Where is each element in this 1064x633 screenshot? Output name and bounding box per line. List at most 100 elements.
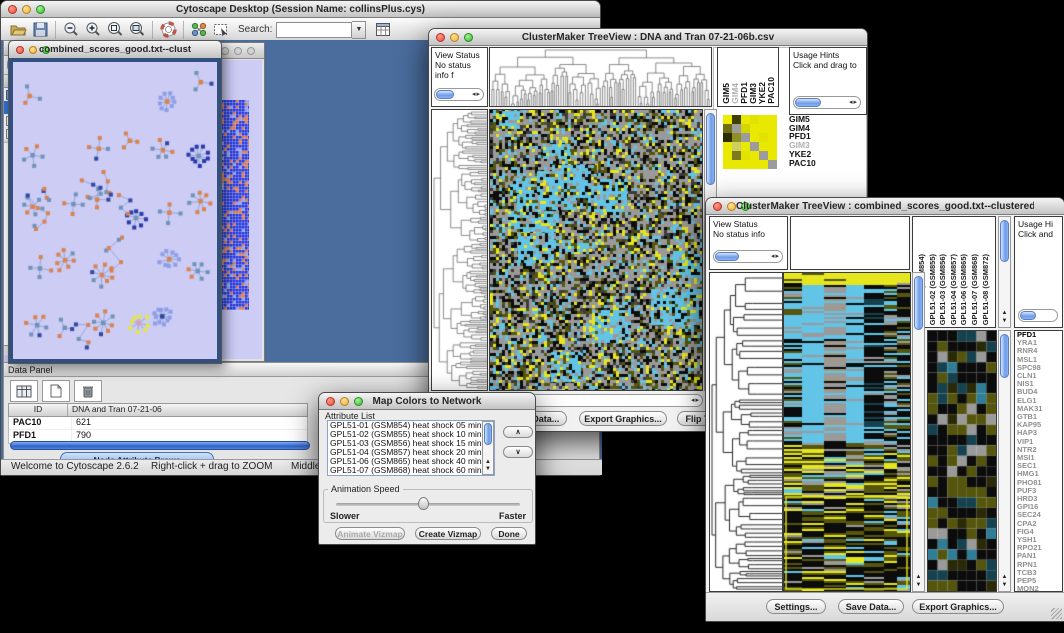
resize-grip[interactable]	[1051, 608, 1062, 619]
search-dropdown-arrow-icon[interactable]: ▼	[352, 21, 366, 39]
heatmap-panel[interactable]	[489, 109, 703, 391]
column-dendrogram-panel[interactable]	[489, 47, 712, 107]
column-labels-vscrollbar[interactable]: ▲▼	[998, 216, 1011, 328]
column-header-id[interactable]: ID	[9, 404, 68, 416]
gene-list-item[interactable]: MON2	[1015, 585, 1062, 592]
zoom-fit-icon[interactable]	[126, 20, 148, 40]
zoom-out-icon[interactable]	[60, 20, 82, 40]
similarity-matrix-cell[interactable]	[759, 142, 768, 151]
similarity-matrix-cell[interactable]	[723, 133, 732, 142]
search-input[interactable]	[276, 22, 352, 38]
attribute-list-item[interactable]: GPL51-07 (GSM868) heat shock 60 min	[328, 466, 494, 475]
close-button[interactable]	[436, 33, 445, 42]
close-button[interactable]	[16, 46, 24, 54]
help-lifesaver-icon[interactable]	[157, 20, 179, 40]
similarity-matrix-cell[interactable]	[741, 124, 750, 133]
column-label[interactable]: GPL51-06 (GSM865)	[959, 254, 968, 325]
similarity-matrix-cell[interactable]	[750, 124, 759, 133]
animate-vizmap-button[interactable]: Animate Vizmap	[335, 527, 405, 540]
network-nodes-icon[interactable]	[188, 20, 210, 40]
row-labels-panel[interactable]: GIM5GIM4PFD1GIM3YKE2PAC10	[789, 115, 859, 167]
select-attributes-icon[interactable]	[10, 380, 38, 402]
global-vscrollbar[interactable]: ▲▼	[912, 272, 925, 592]
similarity-matrix-cell[interactable]	[732, 115, 741, 124]
similarity-matrix-cell[interactable]	[732, 160, 741, 169]
grid-network-canvas[interactable]	[221, 100, 249, 310]
save-data-button[interactable]: Save Data...	[838, 599, 904, 614]
network-view-canvas[interactable]	[13, 62, 215, 359]
speed-slider-thumb[interactable]	[418, 497, 429, 510]
similarity-matrix-cell[interactable]	[768, 133, 777, 142]
similarity-matrix-cell[interactable]	[768, 142, 777, 151]
table-report-icon[interactable]	[372, 20, 394, 40]
minimize-button[interactable]	[22, 5, 31, 14]
minimize-button[interactable]	[29, 46, 37, 54]
similarity-matrix-cell[interactable]	[768, 151, 777, 160]
similarity-matrix-cell[interactable]	[732, 124, 741, 133]
treeview-dna-titlebar[interactable]: ClusterMaker TreeView : DNA and Tran 07-…	[429, 29, 867, 46]
move-down-button[interactable]: ∨	[503, 446, 533, 458]
row-dendrogram-panel[interactable]	[431, 109, 488, 391]
row-dendrogram-canvas[interactable]	[710, 273, 782, 591]
similarity-matrix-cell[interactable]	[768, 160, 777, 169]
similarity-matrix-cell[interactable]	[759, 124, 768, 133]
row-dendrogram-canvas[interactable]	[432, 110, 487, 390]
close-button[interactable]	[326, 397, 335, 406]
export-graphics-button[interactable]: Export Graphics...	[912, 599, 1004, 614]
row-label[interactable]: PAC10	[789, 159, 859, 168]
table-row[interactable]: PAC10621	[9, 417, 307, 430]
row-dendrogram-panel[interactable]	[709, 272, 783, 592]
zoom-in-icon[interactable]	[82, 20, 104, 40]
similarity-matrix-cell[interactable]	[750, 160, 759, 169]
attribute-list-vscrollbar[interactable]: ▲▼	[482, 421, 494, 475]
background-network-window[interactable]	[216, 42, 265, 362]
done-button[interactable]: Done	[491, 527, 527, 540]
usage-hints-hscrollbar[interactable]: ◂▸	[793, 96, 861, 109]
open-file-icon[interactable]	[7, 20, 29, 40]
zoom-heatmap-panel[interactable]	[927, 330, 997, 592]
create-vizmap-button[interactable]: Create Vizmap	[415, 527, 481, 540]
save-icon[interactable]	[29, 20, 51, 40]
similarity-matrix-cell[interactable]	[741, 151, 750, 160]
cytoscape-titlebar[interactable]: Cytoscape Desktop (Session Name: collins…	[1, 1, 600, 18]
data-panel-hscrollbar[interactable]	[10, 441, 310, 450]
view-status-hscrollbar[interactable]: ◂▸	[434, 88, 484, 101]
move-up-button[interactable]: ∧	[503, 426, 533, 438]
similarity-matrix-cell[interactable]	[732, 133, 741, 142]
close-button[interactable]	[713, 202, 722, 211]
similarity-matrix-cell[interactable]	[750, 133, 759, 142]
column-label[interactable]: GPL51-08 (GSM872)	[981, 254, 990, 325]
zoom-button[interactable]	[247, 47, 255, 55]
zoom-heatmap-canvas[interactable]	[928, 331, 996, 591]
export-graphics-button[interactable]: Export Graphics...	[579, 411, 667, 426]
column-dendrogram-canvas[interactable]	[490, 48, 711, 106]
minimize-button[interactable]	[234, 47, 242, 55]
close-button[interactable]	[221, 47, 229, 55]
new-attribute-icon[interactable]	[42, 380, 70, 402]
similarity-matrix-cell[interactable]	[732, 142, 741, 151]
column-label[interactable]: GPL51-02 (GSM855)	[928, 254, 937, 325]
similarity-matrix-cell[interactable]	[741, 133, 750, 142]
similarity-matrix-cell[interactable]	[723, 151, 732, 160]
search-combobox[interactable]: ▼	[276, 21, 366, 39]
similarity-matrix-cell[interactable]	[723, 115, 732, 124]
view-status-hscrollbar[interactable]: ◂▸	[713, 250, 783, 263]
similarity-matrix-cell[interactable]	[750, 151, 759, 160]
heatmap-canvas[interactable]	[490, 110, 702, 390]
column-header-attribute[interactable]: DNA and Tran 07-21-06	[68, 404, 307, 416]
similarity-matrix-cell[interactable]	[768, 124, 777, 133]
similarity-matrix-cell[interactable]	[759, 133, 768, 142]
column-label[interactable]: GPL51-03 (GSM856)	[938, 254, 947, 325]
minimize-button[interactable]	[450, 33, 459, 42]
similarity-matrix-cell[interactable]	[759, 151, 768, 160]
similarity-matrix-cell[interactable]	[723, 160, 732, 169]
similarity-matrix-cell[interactable]	[741, 160, 750, 169]
settings-button[interactable]: Settings...	[766, 599, 826, 614]
similarity-matrix-cell[interactable]	[768, 115, 777, 124]
similarity-matrix-cell[interactable]	[750, 115, 759, 124]
similarity-matrix-cell[interactable]	[759, 115, 768, 124]
zoom-selected-icon[interactable]	[104, 20, 126, 40]
gene-list-panel[interactable]: PFD1YRA1RNR4MSL1SPC98CLN1NIS1BUD4ELG1MAK…	[1014, 330, 1063, 592]
minimize-button[interactable]	[340, 397, 349, 406]
similarity-matrix-thumbnail[interactable]	[723, 115, 777, 169]
